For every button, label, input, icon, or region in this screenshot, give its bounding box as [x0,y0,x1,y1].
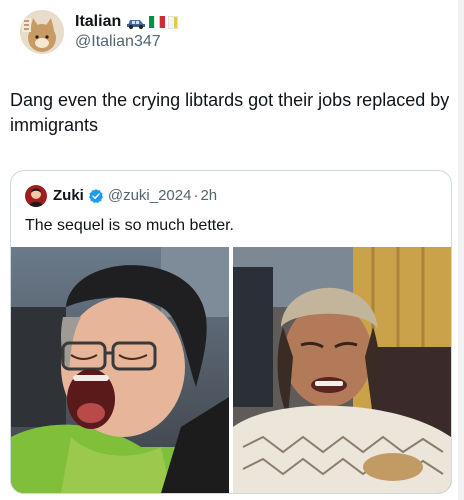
quoted-handle[interactable]: @zuki_2024 [108,186,192,206]
tweet-screenshot: Italian @Italian347 Dang even the crying… [0,0,464,500]
crying-woman-photo-left [11,247,229,493]
author-names: Italian @Italian347 [75,12,179,52]
quoted-display-name[interactable]: Zuki [53,186,84,206]
tweet-text: Dang even the crying libtards got their … [10,90,450,135]
quoted-tweet-text: The sequel is so much better. [25,217,234,234]
quoted-tweet-header: Zuki @zuki_2024 · 2h [25,185,217,207]
author-avatar[interactable] [20,10,64,54]
name-emoji-group [126,15,179,29]
scrollbar[interactable] [458,0,464,500]
photo-right[interactable] [233,247,451,493]
cat-avatar-icon [20,10,64,54]
quoted-timestamp[interactable]: 2h [200,186,217,206]
crying-woman-photo-right [233,247,451,493]
verified-badge-icon [88,188,104,204]
author-display-name[interactable]: Italian [75,12,121,32]
tweet-header: Italian @Italian347 [20,4,179,60]
quoted-media [11,247,451,493]
author-handle[interactable]: @Italian347 [75,32,178,52]
avatar-icon [25,185,47,207]
italy-flag-icon [149,16,166,28]
car-icon [127,20,146,29]
time-separator: · [193,187,199,204]
flag-icon [168,15,179,29]
quoted-avatar[interactable] [25,185,47,207]
photo-left[interactable] [11,247,229,493]
quoted-tweet[interactable]: Zuki @zuki_2024 · 2h The sequel is so mu… [10,170,452,494]
author-name-row: Italian [75,12,179,32]
